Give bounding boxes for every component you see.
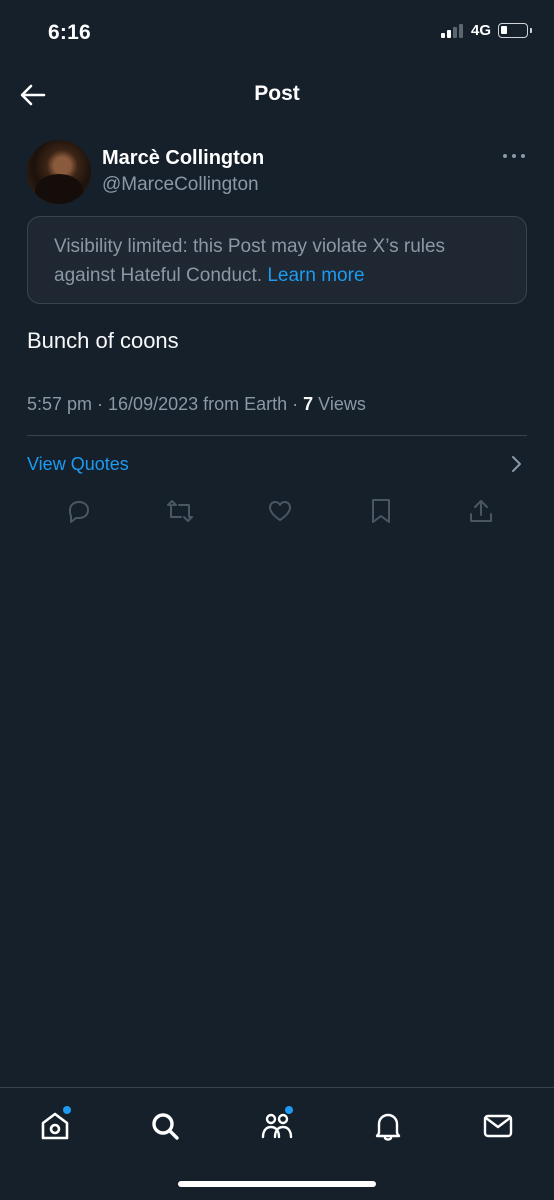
author-handle[interactable]: @MarceCollington (102, 174, 259, 196)
chevron-right-icon (512, 456, 521, 472)
views-count: 7 (303, 394, 314, 414)
repost-icon (166, 500, 193, 522)
status-indicators: 4G (440, 22, 532, 39)
home-indicator (178, 1181, 376, 1187)
avatar[interactable] (27, 140, 91, 204)
status-bar: 6:16 4G (0, 0, 554, 66)
tab-search[interactable] (143, 1104, 187, 1148)
cellular-signal-icon (440, 23, 463, 38)
tab-notifications[interactable] (366, 1104, 410, 1148)
post-metadata: 5:57 pm · 16/09/2023 from Earth · 7 View… (27, 394, 366, 415)
like-button[interactable] (261, 496, 299, 526)
status-time: 6:16 (48, 21, 91, 44)
share-button[interactable] (462, 496, 500, 526)
view-quotes-label: View Quotes (27, 454, 129, 474)
share-icon (470, 500, 492, 522)
bookmark-icon (371, 499, 390, 523)
page-title: Post (254, 82, 300, 105)
more-dots-icon (503, 154, 507, 158)
view-quotes-button[interactable]: View Quotes (27, 448, 527, 482)
post-text: Bunch of coons (27, 328, 179, 353)
divider (27, 435, 527, 436)
visibility-notice-text: Visibility limited: this Post may violat… (54, 236, 446, 286)
post-timestamp[interactable]: 5:57 pm · 16/09/2023 from Earth · (27, 394, 303, 414)
tab-home[interactable] (33, 1104, 77, 1148)
post-actions (60, 496, 500, 526)
author-display-name[interactable]: Marcè Collington (102, 147, 264, 170)
reply-icon (69, 501, 89, 523)
tab-communities[interactable] (255, 1104, 299, 1148)
bookmark-button[interactable] (362, 496, 400, 526)
notifications-icon (375, 1113, 401, 1141)
messages-icon (483, 1114, 513, 1138)
tab-messages[interactable] (476, 1104, 520, 1148)
repost-button[interactable] (161, 496, 199, 526)
views-label: Views (313, 394, 366, 414)
communities-icon (261, 1113, 293, 1139)
visibility-notice: Visibility limited: this Post may violat… (27, 216, 527, 304)
search-icon (152, 1113, 179, 1140)
communities-badge (285, 1106, 293, 1114)
more-options-button[interactable] (503, 152, 525, 160)
learn-more-link[interactable]: Learn more (267, 265, 364, 286)
reply-button[interactable] (60, 496, 98, 526)
home-badge (63, 1106, 71, 1114)
top-bar: Post (0, 66, 554, 122)
home-icon (41, 1112, 69, 1140)
network-type-label: 4G (470, 22, 491, 39)
battery-icon (498, 23, 532, 38)
like-icon (269, 501, 291, 521)
